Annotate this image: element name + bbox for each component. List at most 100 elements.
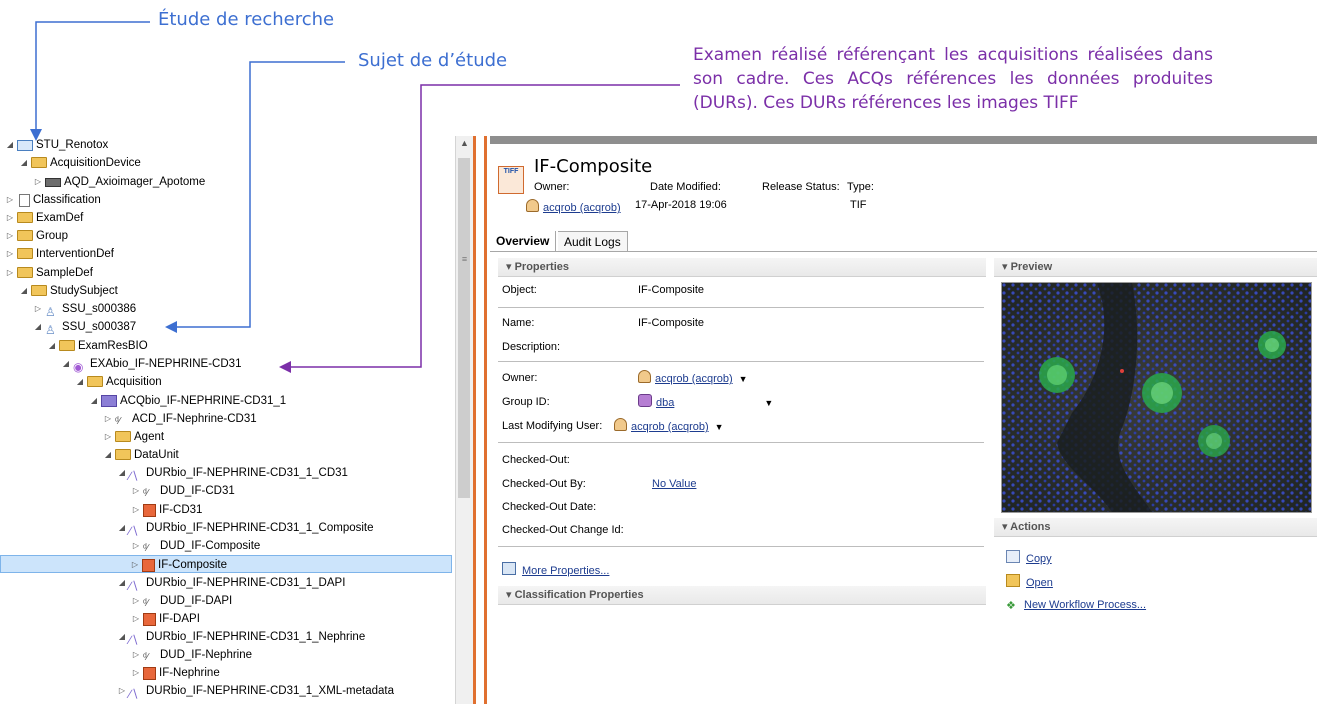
collapsed-twisty-icon[interactable]: ▷ (102, 428, 114, 446)
collapsed-twisty-icon[interactable]: ▷ (130, 646, 142, 664)
tree-item[interactable]: ▷ IF-Composite (0, 555, 452, 573)
tree-item[interactable]: ◢ ∕∖ DURbio_IF-NEPHRINE-CD31_1_CD31 (116, 464, 348, 483)
collapsed-twisty-icon[interactable]: ▷ (32, 300, 44, 318)
tree-item[interactable]: ▷ ♙ SSU_s000386 (32, 300, 136, 319)
tree-item[interactable]: ◢ AcquisitionDevice (18, 154, 141, 172)
tree-item[interactable]: ▷ Group (4, 227, 68, 245)
collapsed-twisty-icon[interactable]: ▷ (130, 610, 142, 628)
tree-item[interactable]: ◢ ∕∖ DURbio_IF-NEPHRINE-CD31_1_DAPI (116, 574, 345, 593)
collapsed-twisty-icon[interactable]: ▷ (4, 227, 16, 245)
expanded-twisty-icon[interactable]: ◢ (18, 154, 30, 172)
checked-out-by-value[interactable]: No Value (652, 478, 696, 490)
dropdown-arrow-icon[interactable]: ▼ (764, 398, 773, 408)
tree-item[interactable]: ▷ IF-CD31 (130, 501, 202, 519)
tree-item[interactable]: ◢ ExamResBIO (46, 337, 148, 355)
expanded-twisty-icon[interactable]: ◢ (60, 355, 72, 373)
tree-item[interactable]: ▷ SampleDef (4, 264, 93, 282)
collapsed-twisty-icon[interactable]: ▷ (4, 209, 16, 227)
collapsed-twisty-icon[interactable]: ▷ (116, 682, 128, 700)
tree-item[interactable]: ▷ Agent (102, 428, 164, 446)
tree-item[interactable]: ◢ ◉ EXAbio_IF-NEPHRINE-CD31 (60, 355, 242, 374)
expanded-twisty-icon[interactable]: ◢ (116, 519, 128, 537)
tree-item[interactable]: ▷ ExamDef (4, 209, 83, 227)
expanded-twisty-icon[interactable]: ◢ (74, 373, 86, 391)
tree-item[interactable]: ▷ InterventionDef (4, 245, 114, 263)
grip-icon: ≡ (461, 254, 468, 264)
expanded-twisty-icon[interactable]: ◢ (88, 392, 100, 410)
tree-item[interactable]: ▷ ∕∖ DURbio_IF-NEPHRINE-CD31_1_XML-metadat… (116, 682, 394, 701)
tab-overview[interactable]: Overview (490, 231, 557, 251)
collapsed-twisty-icon[interactable]: ▷ (129, 556, 141, 574)
tree-item[interactable]: ◢ ∕∖ DURbio_IF-NEPHRINE-CD31_1_Nephrine (116, 628, 365, 647)
collapsed-twisty-icon[interactable]: ▷ (4, 245, 16, 263)
expanded-twisty-icon[interactable]: ◢ (116, 464, 128, 482)
group-value[interactable]: dba ▼ (638, 394, 773, 409)
collapsed-twisty-icon[interactable]: ▷ (130, 537, 142, 555)
owner-value[interactable]: acqrob (acqrob) ▼ (638, 370, 748, 385)
dropdown-arrow-icon[interactable]: ▼ (739, 374, 748, 384)
folder-icon (17, 266, 33, 278)
tree-scrollbar[interactable]: ▲ ≡ (455, 136, 473, 704)
tree-item[interactable]: ▷ ᵈ∕ DUD_IF-DAPI (130, 592, 232, 610)
tree-item[interactable]: ▷ ᵈ∕ DUD_IF-Nephrine (130, 646, 252, 664)
group-icon (638, 394, 652, 407)
collapsed-twisty-icon[interactable]: ▷ (32, 173, 44, 191)
tree-item-label: SSU_s000387 (62, 321, 137, 334)
properties-section-header[interactable]: ▾ Properties (498, 258, 986, 277)
tree-item[interactable]: ◢ Acquisition (74, 373, 162, 391)
expanded-twisty-icon[interactable]: ◢ (4, 136, 16, 154)
scroll-up-icon[interactable]: ▲ (456, 138, 473, 152)
tree-item[interactable]: ◢ ♙ SSU_s000387 (32, 318, 137, 337)
more-properties-link[interactable]: More Properties... (502, 562, 609, 577)
preview-section-header[interactable]: ▾ Preview (994, 258, 1317, 277)
tree-item[interactable]: ▷ Classification (4, 191, 101, 209)
collapsed-twisty-icon[interactable]: ▷ (130, 592, 142, 610)
scroll-thumb[interactable] (458, 158, 470, 498)
new-workflow-process-action[interactable]: ❖ New Workflow Process... (1006, 599, 1146, 612)
tree-item[interactable]: ▷ IF-DAPI (130, 610, 200, 628)
pane-divider[interactable] (473, 136, 487, 704)
expanded-twisty-icon[interactable]: ◢ (116, 628, 128, 646)
tree-item[interactable]: ▷ IF-Nephrine (130, 664, 220, 682)
expanded-twisty-icon[interactable]: ◢ (32, 318, 44, 336)
collapsed-twisty-icon[interactable]: ▷ (102, 410, 114, 428)
actions-section-header[interactable]: ▾ Actions (994, 518, 1317, 537)
expanded-twisty-icon[interactable]: ◢ (46, 337, 58, 355)
editor-panel: TIFF IF-Composite Owner: Date Modified: … (490, 136, 1317, 704)
tree-item[interactable]: ▷ AQD_Axioimager_Apotome (32, 173, 205, 191)
folder-icon (87, 375, 103, 387)
tree-item-label: DURbio_IF-NEPHRINE-CD31_1_Composite (146, 522, 374, 535)
tree-item[interactable]: ▷ ᵈ∕ ACD_IF-Nephrine-CD31 (102, 410, 257, 428)
collapsed-twisty-icon[interactable]: ▷ (4, 264, 16, 282)
collapsed-twisty-icon[interactable]: ▷ (130, 482, 142, 500)
folder-icon (115, 430, 131, 442)
navigator-tree[interactable]: ◢ STU_Renotox ◢ AcquisitionDevice ▷ AQD_Axioi… (0, 136, 455, 704)
tab-audit-logs[interactable]: Audit Logs (558, 231, 628, 251)
copy-action[interactable]: Copy (1006, 550, 1052, 565)
tree-item[interactable]: ◢ DataUnit (102, 446, 179, 464)
tree-item[interactable]: ◢ STU_Renotox (4, 136, 108, 154)
last-modifying-user-value[interactable]: acqrob (acqrob) ▼ (614, 418, 724, 433)
tree-item-label: Acquisition (106, 376, 162, 389)
tree-item[interactable]: ◢ ACQbio_IF-NEPHRINE-CD31_1 (88, 392, 286, 410)
subject-icon: ♙ (45, 323, 56, 337)
open-action[interactable]: Open (1006, 574, 1053, 589)
collapsed-twisty-icon[interactable]: ▷ (4, 191, 16, 209)
release-header-label: Release Status: (762, 181, 840, 193)
tree-item[interactable]: ▷ ᵈ∕ DUD_IF-CD31 (130, 482, 235, 500)
collapsed-twisty-icon[interactable]: ▷ (130, 501, 142, 519)
collapsed-twisty-icon[interactable]: ▷ (130, 664, 142, 682)
tree-item[interactable]: ▷ ᵈ∕ DUD_IF-Composite (130, 537, 260, 555)
tree-item[interactable]: ◢ ∕∖ DURbio_IF-NEPHRINE-CD31_1_Composite (116, 519, 374, 538)
folder-icon (17, 229, 33, 241)
dropdown-arrow-icon[interactable]: ▼ (715, 422, 724, 432)
expanded-twisty-icon[interactable]: ◢ (102, 446, 114, 464)
expanded-twisty-icon[interactable]: ◢ (18, 282, 30, 300)
classification-section-header[interactable]: ▾ Classification Properties (498, 586, 986, 605)
dur-icon: ∕∖ (129, 687, 139, 701)
dur-icon: ∕∖ (129, 469, 139, 483)
expanded-twisty-icon[interactable]: ◢ (116, 574, 128, 592)
tree-item[interactable]: ◢ StudySubject (18, 282, 118, 300)
owner-header-value[interactable]: acqrob (acqrob) (526, 199, 621, 214)
tree-item-label: DUD_IF-DAPI (160, 595, 233, 608)
